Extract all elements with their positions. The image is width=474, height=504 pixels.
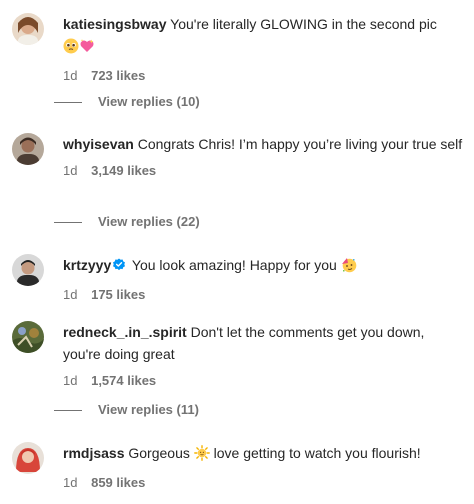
replies-divider-line (54, 101, 82, 103)
comment-likes[interactable]: 859 likes (91, 475, 145, 490)
view-replies-label: View replies (10) (98, 94, 200, 109)
comment-text: Congrats Chris! I’m happy you’re living … (137, 136, 463, 152)
comment-username[interactable]: rmdjsass (63, 445, 124, 461)
avatar[interactable] (12, 254, 44, 286)
avatar[interactable] (12, 321, 44, 353)
comment-username[interactable]: redneck_.in_.spirit (63, 324, 187, 340)
view-replies-button[interactable]: View replies (22) (54, 214, 200, 230)
sun-with-face-emoji-icon (193, 445, 210, 467)
partying-face-emoji-icon (341, 257, 357, 279)
pleading-face-emoji-icon (63, 38, 79, 60)
comment-time[interactable]: 1d (63, 163, 77, 178)
comment-text-block: whyisevan Congrats Chris! I’m happy you’… (63, 133, 464, 155)
comment-likes[interactable]: 723 likes (91, 68, 145, 83)
view-replies-label: View replies (11) (98, 402, 199, 417)
comment-username[interactable]: katiesingsbway (63, 16, 167, 32)
view-replies-button[interactable]: View replies (11) (54, 402, 199, 418)
view-replies-button[interactable]: View replies (10) (54, 94, 200, 110)
comment-meta: 1d 1,574 likes (63, 373, 464, 389)
comment-text-block: redneck_.in_.spirit Don't let the commen… (63, 321, 464, 365)
comment-meta: 1d 3,149 likes (63, 163, 464, 179)
comment-likes[interactable]: 3,149 likes (91, 163, 156, 178)
comment-text: You look amazing! Happy for you (131, 257, 337, 273)
comment-text-after: love getting to watch you flourish! (213, 445, 421, 461)
sparkling-heart-emoji-icon (79, 38, 95, 60)
comment-username[interactable]: krtzyyy (63, 257, 111, 273)
comment-text-before: Gorgeous (128, 445, 190, 461)
comment-text: You're literally GLOWING in the second p… (170, 16, 437, 32)
replies-divider-line (54, 409, 82, 411)
comment-meta: 1d 175 likes (63, 287, 464, 303)
verified-badge-icon (112, 256, 126, 278)
comment-text-block: rmdjsass Gorgeous love getting to watch … (63, 442, 464, 467)
comment-meta: 1d 859 likes (63, 475, 464, 491)
comment-text-block: katiesingsbway You're literally GLOWING … (63, 13, 464, 60)
comment-text-block: krtzyyy You look amazing! Happy for you (63, 254, 464, 279)
comment-time[interactable]: 1d (63, 373, 77, 388)
comment-likes[interactable]: 1,574 likes (91, 373, 156, 388)
avatar[interactable] (12, 133, 44, 165)
comment-meta: 1d 723 likes (63, 68, 464, 84)
comment-likes[interactable]: 175 likes (91, 287, 145, 302)
comment-time[interactable]: 1d (63, 287, 77, 302)
view-replies-label: View replies (22) (98, 214, 200, 229)
avatar[interactable] (12, 13, 44, 45)
comment-time[interactable]: 1d (63, 475, 77, 490)
avatar[interactable] (12, 442, 44, 474)
comment-time[interactable]: 1d (63, 68, 77, 83)
comment-username[interactable]: whyisevan (63, 136, 134, 152)
replies-divider-line (54, 221, 82, 223)
